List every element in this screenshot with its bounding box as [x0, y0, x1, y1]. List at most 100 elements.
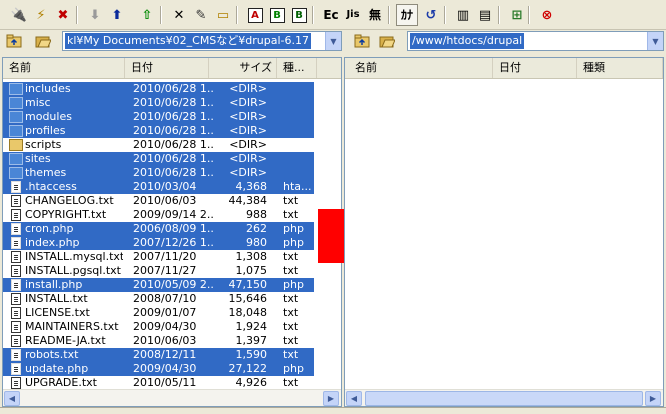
file-date: 2007/12/26 1... [133, 236, 213, 249]
file-type: php [283, 278, 304, 291]
file-type [283, 166, 313, 180]
scroll-left-button[interactable]: ◀ [4, 391, 20, 406]
delete-button[interactable]: ✕ [168, 4, 190, 26]
mode-binary-button[interactable]: B [266, 4, 288, 26]
local-path-text[interactable]: kl¥My Documents¥02_CMSなど¥drupal-6.17 [65, 33, 312, 49]
file-date: 2008/07/10 [133, 292, 197, 305]
file-row[interactable]: INSTALL.txt 2008/07/10 15,646 txt [3, 292, 314, 306]
file-size: <DIR> [229, 166, 267, 179]
detail-view-button[interactable]: ▤ [474, 4, 496, 26]
file-row[interactable]: MAINTAINERS.txt 2009/04/30 1,924 txt [3, 320, 314, 334]
file-type: hta... [283, 180, 312, 193]
file-row[interactable]: robots.txt 2008/12/11 1,590 txt [3, 348, 314, 362]
mirror-upload-button[interactable]: ⇧ [136, 4, 158, 26]
local-column-date[interactable]: 日付 [125, 58, 209, 78]
folder-row[interactable]: sites 2010/06/28 1... <DIR> [3, 152, 314, 166]
folder-icon [9, 97, 23, 109]
file-size: 44,384 [228, 194, 268, 207]
file-row[interactable]: CHANGELOG.txt 2010/06/03 44,384 txt [3, 194, 314, 208]
file-date: 2010/06/28 1... [133, 138, 213, 151]
folder-icon [9, 153, 23, 165]
file-row[interactable]: cron.php 2006/08/09 1... 262 php [3, 222, 314, 236]
disconnect-button[interactable]: ✖ [52, 4, 74, 26]
remote-file-list[interactable]: 名前 日付 種類 ◀ ▶ [344, 57, 664, 407]
remote-column-type[interactable]: 種類 [577, 58, 663, 78]
folder-row[interactable]: themes 2010/06/28 1... <DIR> [3, 166, 314, 180]
connect-button[interactable]: 🔌 [8, 4, 30, 26]
folder-row[interactable]: scripts 2010/06/28 1... <DIR> [3, 138, 314, 152]
scroll-right-button[interactable]: ▶ [323, 391, 339, 406]
directory-tree-button[interactable]: ⊞ [506, 4, 528, 26]
file-name: install.php [25, 278, 83, 291]
rename-button[interactable]: ✎ [190, 4, 212, 26]
file-date: 2009/04/30 [133, 320, 197, 333]
remote-column-date[interactable]: 日付 [493, 58, 577, 78]
download-button[interactable]: ⬇ [84, 4, 106, 26]
toolbar-separator [312, 6, 314, 24]
scroll-right-button[interactable]: ▶ [645, 391, 661, 406]
remote-path-text[interactable]: /www/htdocs/drupal [410, 33, 525, 49]
scroll-left-button[interactable]: ◀ [346, 391, 362, 406]
file-name: index.php [25, 236, 80, 249]
file-row[interactable]: LICENSE.txt 2009/01/07 18,048 txt [3, 306, 314, 320]
encoding-jis-icon: Jis [346, 9, 360, 20]
local-parent-folder-button[interactable] [5, 32, 23, 49]
quick-connect-button[interactable]: ⚡ [30, 4, 52, 26]
toolbar-separator [498, 6, 500, 24]
local-column-name[interactable]: 名前 [3, 58, 125, 78]
file-type: php [283, 222, 304, 235]
scroll-thumb[interactable] [365, 391, 643, 406]
open-folder-icon [379, 36, 395, 47]
remote-column-name[interactable]: 名前 [345, 58, 493, 78]
remote-parent-folder-button[interactable] [353, 32, 371, 49]
parent-folder-icon [354, 34, 370, 47]
folder-row[interactable]: modules 2010/06/28 1... <DIR> [3, 110, 314, 124]
file-date: 2010/06/03 [133, 334, 197, 347]
file-size: 262 [246, 222, 267, 235]
chevron-down-icon[interactable]: ▼ [325, 32, 341, 50]
file-row[interactable]: README-JA.txt 2010/06/03 1,397 txt [3, 334, 314, 348]
no-conversion-button[interactable]: 無 [364, 4, 386, 26]
file-type: txt [283, 306, 299, 319]
upload-button[interactable]: ⬆ [106, 4, 128, 26]
mkdir-button[interactable]: ▭ [212, 4, 234, 26]
encoding-jis-button[interactable]: Jis [342, 4, 364, 26]
file-name: INSTALL.txt [25, 292, 88, 305]
remote-open-folder-button[interactable] [378, 32, 396, 49]
file-row[interactable]: UPGRADE.txt 2010/05/11 4,926 txt [3, 376, 314, 390]
remote-path-combobox[interactable]: /www/htdocs/drupal ▼ [407, 31, 664, 51]
folder-row[interactable]: includes 2010/06/28 1... <DIR> [3, 82, 314, 96]
remote-horizontal-scrollbar[interactable]: ◀ ▶ [345, 389, 663, 406]
file-row[interactable]: install.php 2010/05/09 2... 47,150 php [3, 278, 314, 292]
kana-button[interactable]: ｶﾅ [396, 4, 418, 26]
list-view-button[interactable]: ▥ [452, 4, 474, 26]
file-size: 1,308 [235, 250, 268, 263]
remote-path-bar: /www/htdocs/drupal ▼ [345, 30, 666, 52]
file-row[interactable]: INSTALL.mysql.txt 2007/11/20 1,308 txt [3, 250, 314, 264]
folder-row[interactable]: misc 2010/06/28 1... <DIR> [3, 96, 314, 110]
refresh-button[interactable]: ↺ [420, 4, 442, 26]
chevron-down-icon[interactable]: ▼ [647, 32, 663, 50]
local-horizontal-scrollbar[interactable]: ◀ ▶ [3, 389, 341, 406]
stop-button[interactable]: ⊗ [536, 4, 558, 26]
file-date: 2010/05/09 2... [133, 278, 213, 291]
file-row[interactable]: update.php 2009/04/30 27,122 php [3, 362, 314, 376]
folder-row[interactable]: profiles 2010/06/28 1... <DIR> [3, 124, 314, 138]
encoding-euc-button[interactable]: Ec [320, 4, 342, 26]
local-path-combobox[interactable]: kl¥My Documents¥02_CMSなど¥drupal-6.17 ▼ [62, 31, 342, 51]
mode-auto-button[interactable]: A [244, 4, 266, 26]
file-row[interactable]: .htaccess 2010/03/04 4,368 hta... [3, 180, 314, 194]
file-name: includes [25, 82, 71, 95]
tree-icon: ⊞ [511, 7, 523, 23]
file-type: txt [283, 250, 299, 263]
file-row[interactable]: COPYRIGHT.txt 2009/09/14 2... 988 txt [3, 208, 314, 222]
file-date: 2006/08/09 1... [133, 222, 213, 235]
mode-multi-button[interactable]: B [288, 4, 310, 26]
file-row[interactable]: index.php 2007/12/26 1... 980 php [3, 236, 314, 250]
file-row[interactable]: INSTALL.pgsql.txt 2007/11/27 1,075 txt [3, 264, 314, 278]
local-column-size[interactable]: サイズ [209, 58, 277, 78]
local-column-type[interactable]: 種... [277, 58, 317, 78]
local-file-list[interactable]: 名前 日付 サイズ 種... includes 2010/06/28 1... <D… [2, 57, 342, 407]
local-open-folder-button[interactable] [34, 32, 52, 49]
no-conversion-icon: 無 [368, 8, 381, 22]
